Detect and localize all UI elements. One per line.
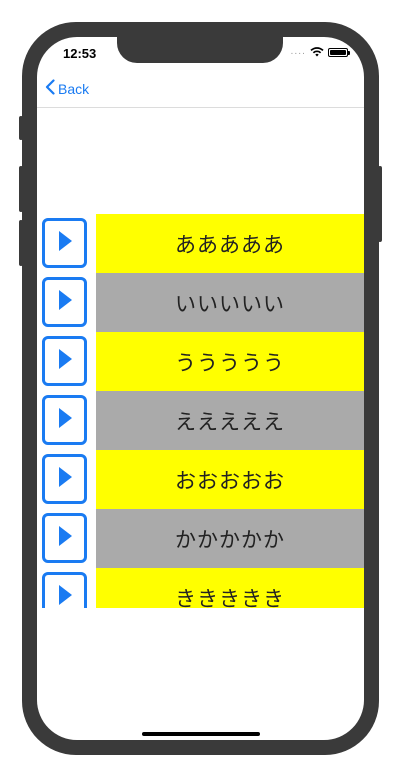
notch [117,37,283,63]
list-row[interactable]: えええええ [37,391,364,450]
row-label: いいいいい [96,273,364,332]
status-icons: .... [290,47,350,57]
list-row[interactable]: かかかかか [37,509,364,568]
play-button[interactable] [42,454,87,504]
row-label: えええええ [96,391,364,450]
battery-icon [328,47,350,57]
volume-up-button [19,166,23,212]
screen: 12:53 .... Back あああああ いいいいい ううううう えええええ おおおお… [37,37,364,740]
play-button[interactable] [42,277,87,327]
signal-dots: .... [290,47,306,57]
item-list[interactable]: あああああ いいいいい ううううう えええええ おおおおお かかかかか ききききき [37,214,364,608]
home-indicator [142,732,260,736]
play-button[interactable] [42,572,87,608]
play-icon [57,289,73,315]
play-button[interactable] [42,395,87,445]
play-button[interactable] [42,218,87,268]
back-button[interactable]: Back [45,79,89,98]
play-icon [57,525,73,551]
wifi-icon [310,47,324,57]
status-time: 12:53 [63,46,97,61]
row-label: かかかかか [96,509,364,568]
play-button[interactable] [42,336,87,386]
play-icon [57,584,73,608]
mute-switch [19,116,23,140]
list-row[interactable]: ききききき [37,568,364,608]
row-label: あああああ [96,214,364,273]
play-icon [57,230,73,256]
play-icon [57,348,73,374]
list-row[interactable]: いいいいい [37,273,364,332]
list-row[interactable]: おおおおお [37,450,364,509]
row-label: おおおおお [96,450,364,509]
play-icon [57,407,73,433]
list-row[interactable]: ううううう [37,332,364,391]
power-button [378,166,382,242]
back-label: Back [58,80,90,97]
row-label: ききききき [96,568,364,608]
play-button[interactable] [42,513,87,563]
row-label: ううううう [96,332,364,391]
chevron-left-icon [45,79,55,98]
list-row[interactable]: あああああ [37,214,364,273]
navigation-bar: Back [37,77,364,108]
play-icon [57,466,73,492]
volume-down-button [19,220,23,266]
